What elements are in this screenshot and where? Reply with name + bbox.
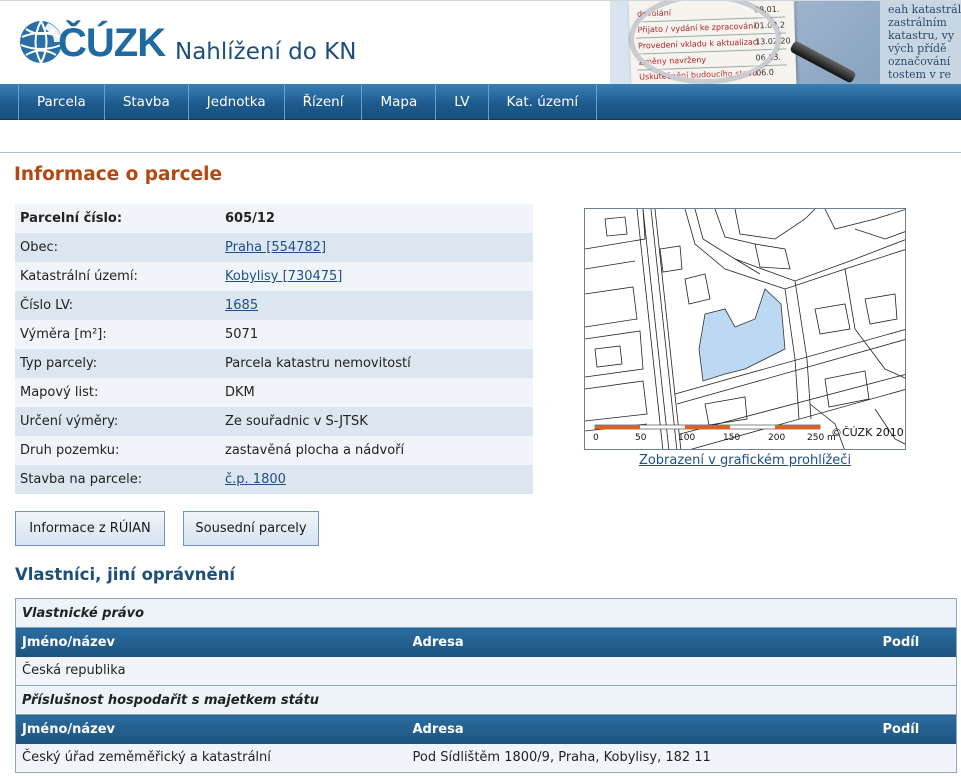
scale-label: 50 [635,433,647,443]
page-header: ČÚZK Nahlížení do KN eah katastrál zastr… [0,0,961,85]
page-title: Informace o parcele [14,164,223,185]
table-row: Výměra [m²]: 5071 [15,320,533,349]
nav-item-mapa[interactable]: Mapa [362,84,437,120]
row-label: Stavba na parcele: [15,465,220,494]
column-header-share: Podíl [876,714,957,744]
map-scale-bar [594,424,821,430]
table-row: Číslo LV: 1685 [15,291,533,320]
ruian-info-button[interactable]: Informace z RÚIAN [15,511,165,546]
nav-item-lv[interactable]: LV [436,84,489,120]
owners-header-row: Jméno/název Adresa Podíl [15,627,957,657]
table-row: Obec: Praha [554782] [15,233,533,262]
nav-item-parcela[interactable]: Parcela [19,84,105,120]
banner-word: zastrálním [888,16,947,29]
nav-item-stavba[interactable]: Stavba [105,84,189,120]
row-label: Katastrální území: [15,262,220,291]
nav-item-rizeni[interactable]: Řízení [285,84,363,120]
owners-header-row: Jméno/název Adresa Podíl [15,714,957,744]
column-header-name: Jméno/název [15,714,407,744]
katastralni-uzemi-link[interactable]: Kobylisy [730475] [225,269,342,284]
scale-label: 200 [768,433,785,443]
scale-label: 0 [593,433,599,443]
sub-navigation-bar [0,121,961,153]
nav-menu: Parcela Stavba Jednotka Řízení Mapa LV K… [18,84,598,120]
banner-text-paper: eah katastrál zastrálním katastru, vy vý… [880,1,961,85]
stavba-link[interactable]: č.p. 1800 [225,472,286,487]
row-label: Druh pozemku: [15,436,220,465]
row-label: Určení výměry: [15,407,220,436]
cuzk-logo[interactable]: ČÚZK [18,17,168,69]
main-navigation: Parcela Stavba Jednotka Řízení Mapa LV K… [0,84,961,120]
row-label: Typ parcely: [15,349,220,378]
column-header-address: Adresa [406,714,877,744]
table-row: Typ parcely: Parcela katastru nemovitost… [15,349,533,378]
graphic-viewer-link[interactable]: Zobrazení v grafickém prohlížeči [639,453,851,468]
row-label: Mapový list: [15,378,220,407]
row-value: zastavěná plocha a nádvoří [220,436,533,465]
owners-group-row: Příslušnost hospodařit s majetkem státu [15,685,957,715]
row-label: Obec: [15,233,220,262]
group-title: Příslušnost hospodařit s majetkem státu [15,685,957,715]
owner-address: Pod Sídlištěm 1800/9, Praha, Kobylisy, 1… [406,743,877,773]
nav-item-jednotka[interactable]: Jednotka [189,84,285,120]
owner-name: Česká republika [15,656,407,686]
row-value: 605/12 [220,204,533,233]
owners-group-row: Vlastnické právo [15,598,957,628]
row-value: Parcela katastru nemovitostí [220,349,533,378]
table-row: Parcelní číslo: 605/12 [15,204,533,233]
scale-label: 150 [723,433,740,443]
table-row: Česká republika [15,656,957,686]
row-label: Parcelní číslo: [15,204,220,233]
table-row: Druh pozemku: zastavěná plocha a nádvoří [15,436,533,465]
banner-word: tostem v re [888,68,952,81]
banner-word: vých přídě [888,42,947,55]
banner-word: katastru, vy [888,29,955,42]
owner-address [406,656,877,686]
parcel-info-table: Parcelní číslo: 605/12 Obec: Praha [5547… [15,204,533,494]
cislo-lv-link[interactable]: 1685 [225,298,258,313]
column-header-name: Jméno/název [15,627,407,657]
table-row: Mapový list: DKM [15,378,533,407]
row-label: Číslo LV: [15,291,220,320]
owner-name: Český úřad zeměměřický a katastrální [15,743,407,773]
table-row: Český úřad zeměměřický a katastrální Pod… [15,743,957,773]
row-value: 5071 [220,320,533,349]
table-row: Katastrální území: Kobylisy [730475] [15,262,533,291]
table-row: Stavba na parcele: č.p. 1800 [15,465,533,494]
group-title: Vlastnické právo [15,598,957,628]
app-title: Nahlížení do KN [175,39,357,65]
banner-word: eah katastrál [888,3,961,16]
row-value: DKM [220,378,533,407]
banner-word: označování [888,55,951,68]
owners-section-title: Vlastníci, jiní oprávnění [15,565,236,584]
owner-share [876,656,957,686]
row-label: Výměra [m²]: [15,320,220,349]
owners-table: Vlastnické právo Jméno/název Adresa Podí… [15,598,957,773]
neighbor-parcels-button[interactable]: Sousední parcely [183,511,319,546]
parcel-map[interactable]: 0 50 100 150 200 250 m ©ČÚZK 2010 [584,208,906,450]
table-row: Určení výměry: Ze souřadnic v S-JTSK [15,407,533,436]
nav-item-kat-uzemi[interactable]: Kat. území [489,84,598,120]
scale-label: 100 [678,433,695,443]
owner-share [876,743,957,773]
column-header-share: Podíl [876,627,957,657]
cadastral-map-graphic: 0 50 100 150 200 250 m ©ČÚZK 2010 [585,209,905,449]
row-value: Ze souřadnic v S-JTSK [220,407,533,436]
logo-text: ČÚZK [58,21,166,65]
column-header-address: Adresa [406,627,877,657]
map-viewer-link-container: Zobrazení v grafickém prohlížeči [584,453,906,468]
header-banner-image: eah katastrál zastrálním katastru, vy vý… [610,1,961,85]
map-copyright: ©ČÚZK 2010 [831,426,904,439]
obec-link[interactable]: Praha [554782] [225,240,326,255]
